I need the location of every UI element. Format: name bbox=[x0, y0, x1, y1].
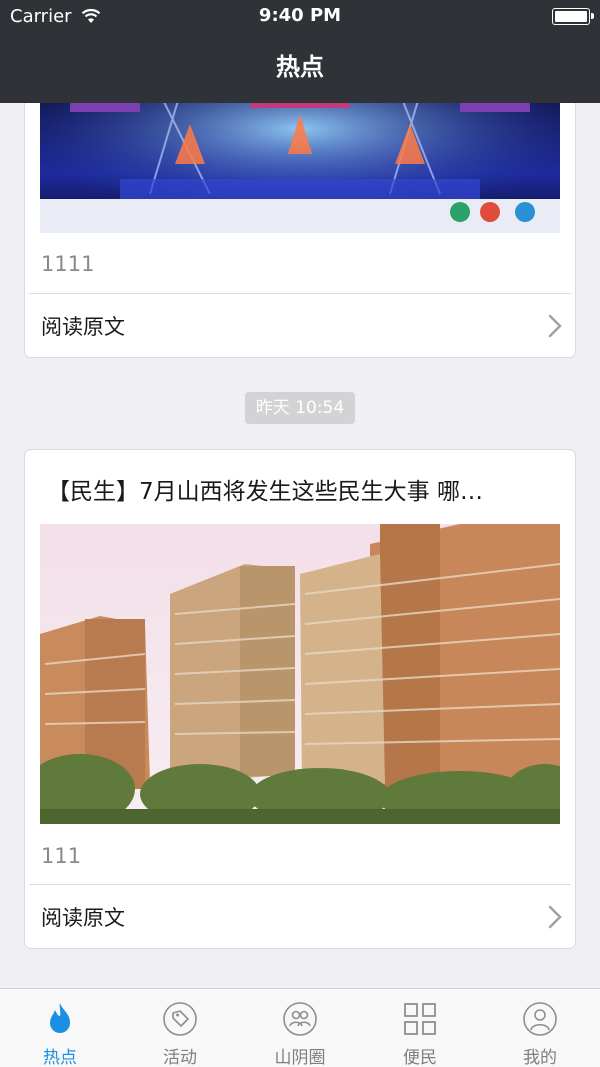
tab-convenience[interactable]: 便民 bbox=[360, 989, 480, 1067]
stage-photo bbox=[40, 103, 560, 233]
news-image-buildings[interactable] bbox=[40, 524, 560, 824]
tab-bar: 热点 活动 山阴圈 便民 我的 bbox=[0, 988, 600, 1067]
battery-icon bbox=[552, 8, 594, 25]
chevron-right-icon bbox=[548, 905, 562, 929]
news-card[interactable]: 【民生】7月山西将发生这些民生大事 哪… 111 阅读原文 bbox=[24, 449, 576, 949]
tab-label: 热点 bbox=[43, 1048, 77, 1067]
chevron-right-icon bbox=[548, 314, 562, 338]
flame-icon bbox=[50, 1003, 70, 1033]
news-description: 1111 bbox=[41, 252, 95, 276]
tab-hot[interactable]: 热点 bbox=[0, 989, 120, 1067]
tab-label: 活动 bbox=[163, 1048, 197, 1067]
tab-mine[interactable]: 我的 bbox=[480, 989, 600, 1067]
tab-label: 便民 bbox=[403, 1048, 437, 1067]
news-feed[interactable]: 1111 阅读原文 昨天 10:54 【民生】7月山西将发生这些民生大事 哪… bbox=[0, 103, 600, 988]
news-image-stage[interactable] bbox=[40, 103, 560, 233]
read-original-label: 阅读原文 bbox=[41, 906, 125, 930]
page-title: 热点 bbox=[276, 53, 324, 81]
clock: 9:40 PM bbox=[258, 5, 342, 26]
status-bar: Carrier 9:40 PM bbox=[0, 0, 600, 34]
news-title[interactable]: 【民生】7月山西将发生这些民生大事 哪… bbox=[47, 472, 557, 506]
nav-bar: 热点 bbox=[0, 34, 600, 103]
tab-shanyin-circle[interactable]: 山阴圈 bbox=[240, 989, 360, 1067]
tab-activity[interactable]: 活动 bbox=[120, 989, 240, 1067]
tag-icon bbox=[163, 1002, 197, 1036]
read-original-button[interactable]: 阅读原文 bbox=[25, 294, 575, 357]
user-icon bbox=[523, 1002, 557, 1036]
buildings-photo bbox=[40, 524, 560, 824]
timestamp-badge: 昨天 10:54 bbox=[245, 392, 355, 424]
news-card[interactable]: 1111 阅读原文 bbox=[24, 103, 576, 358]
read-original-label: 阅读原文 bbox=[41, 315, 125, 339]
grid-icon bbox=[404, 1003, 436, 1035]
news-description: 111 bbox=[41, 844, 82, 868]
people-icon bbox=[283, 1002, 317, 1036]
read-original-button[interactable]: 阅读原文 bbox=[25, 885, 575, 948]
tab-label: 山阴圈 bbox=[274, 1048, 326, 1067]
tab-label: 我的 bbox=[523, 1048, 557, 1067]
